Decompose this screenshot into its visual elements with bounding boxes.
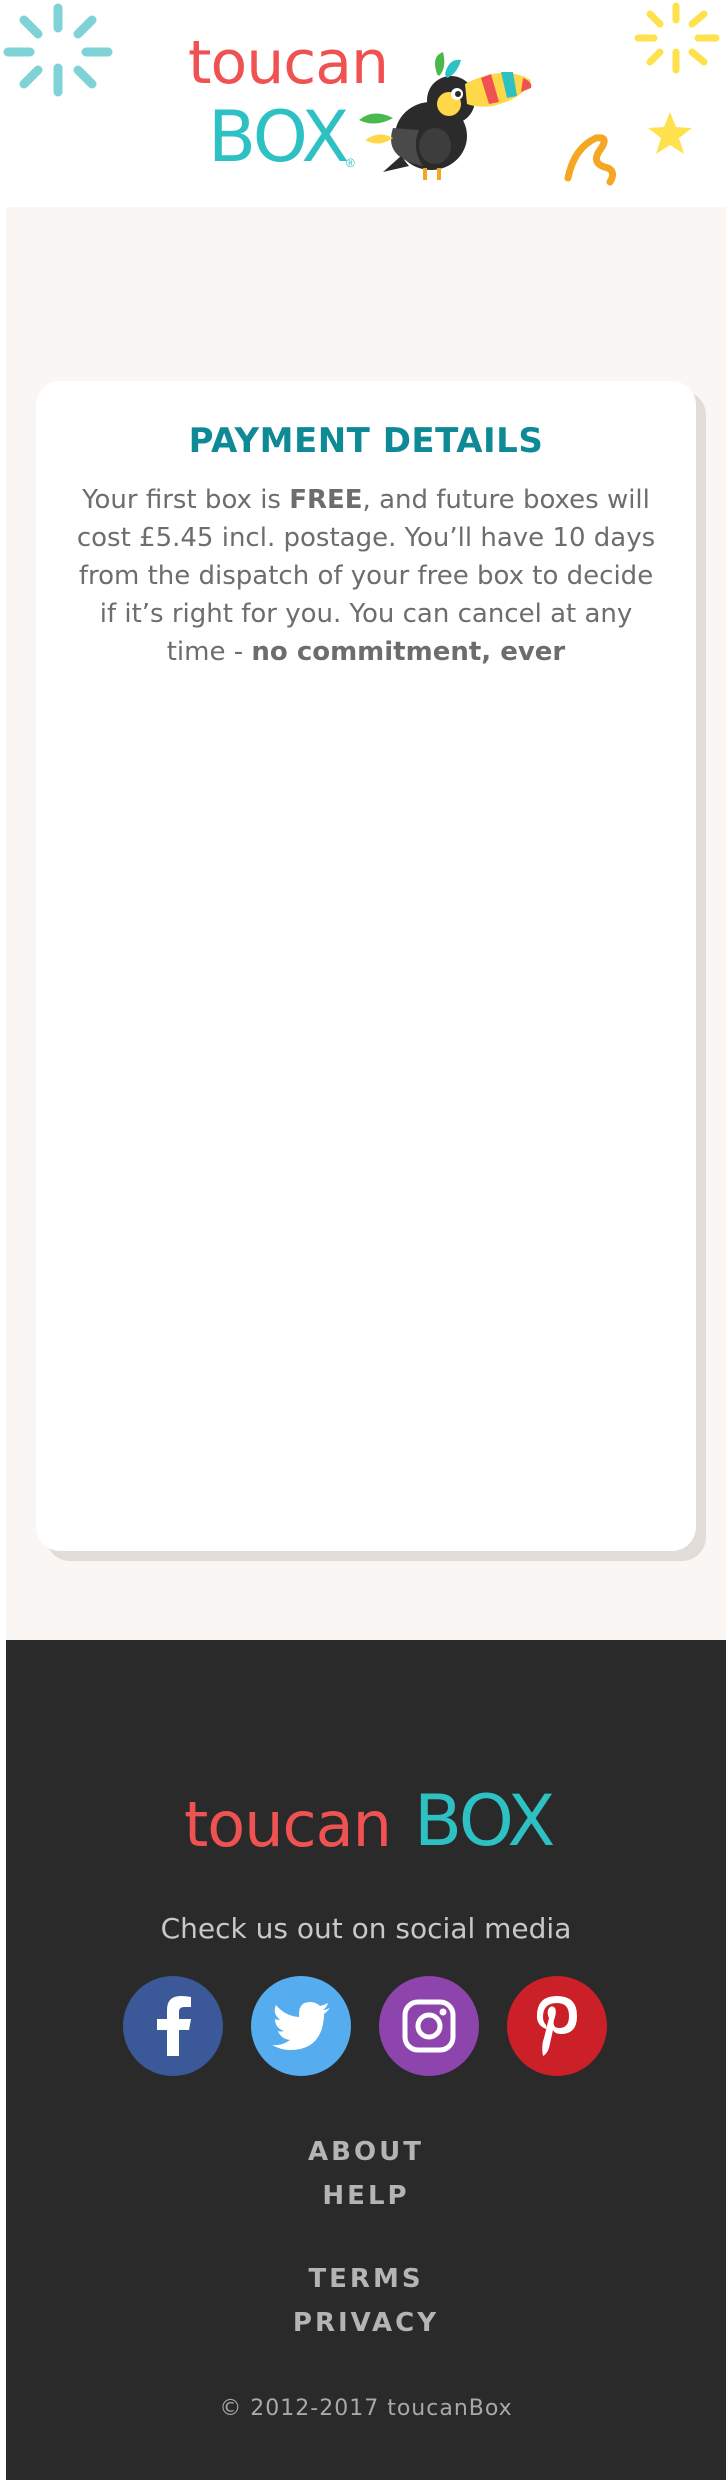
yellow-burst-icon xyxy=(634,2,720,74)
no-commitment-emphasis: no commitment, ever xyxy=(251,637,566,667)
help-link[interactable]: HELP xyxy=(6,2174,726,2218)
site-header: toucan BOX ® xyxy=(0,0,726,205)
copyright-text: © 2012-2017 toucanBox xyxy=(219,2396,513,2421)
site-footer: toucan BOX Check us out on social media … xyxy=(6,1640,726,2480)
pinterest-button[interactable] xyxy=(507,1976,607,2076)
payment-details-description: Your first box is FREE, and future boxes… xyxy=(76,485,656,667)
footer-links-group-2: TERMS PRIVACY xyxy=(6,2257,726,2345)
teal-burst-icon xyxy=(3,3,113,97)
facebook-button[interactable] xyxy=(123,1976,223,2076)
toucan-bird-icon xyxy=(359,52,532,180)
facebook-icon xyxy=(157,1996,191,2056)
payment-details-card: PAYMENT DETAILS Your first box is FREE, … xyxy=(36,381,696,1551)
footer-logo-word-box: BOX xyxy=(414,1780,555,1862)
footer-logo[interactable]: toucan BOX xyxy=(184,1780,564,1870)
twitter-button[interactable] xyxy=(251,1976,351,2076)
pinterest-icon xyxy=(536,1996,577,2056)
footer-logo-word-toucan: toucan xyxy=(184,1788,392,1861)
logo-word-box: BOX xyxy=(208,96,349,178)
free-emphasis: FREE xyxy=(289,485,363,515)
footer-links-group-1: ABOUT HELP xyxy=(6,2130,726,2218)
orange-squiggle-icon xyxy=(564,134,616,186)
about-link[interactable]: ABOUT xyxy=(6,2130,726,2174)
social-media-label: Check us out on social media xyxy=(160,1912,572,1945)
toucanbox-logo[interactable]: toucan BOX ® xyxy=(188,28,548,180)
payment-details-title: PAYMENT DETAILS xyxy=(188,421,544,461)
terms-link[interactable]: TERMS xyxy=(6,2257,726,2301)
instagram-button[interactable] xyxy=(379,1976,479,2076)
privacy-link[interactable]: PRIVACY xyxy=(6,2301,726,2345)
instagram-icon xyxy=(402,1999,456,2053)
main-content: PAYMENT DETAILS Your first box is FREE, … xyxy=(6,207,726,1640)
twitter-icon xyxy=(272,2002,330,2050)
yellow-star-icon xyxy=(648,112,692,154)
